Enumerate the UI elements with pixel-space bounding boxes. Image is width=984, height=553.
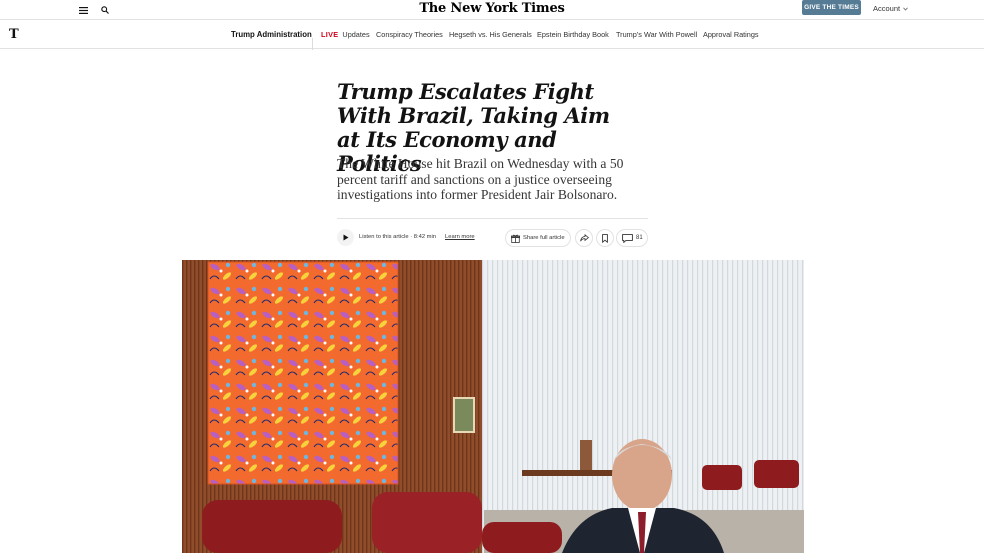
listen-duration-text: Listen to this article · 8:42 min <box>359 234 437 240</box>
comments-button[interactable]: 81 <box>616 229 648 247</box>
nav-item-label: Updates <box>342 30 370 39</box>
save-bookmark-button[interactable] <box>596 229 614 247</box>
comment-count: 81 <box>636 235 643 241</box>
share-button[interactable] <box>575 229 593 247</box>
nav-item-epstein[interactable]: Epstein Birthday Book <box>537 30 609 39</box>
nav-item-approval-ratings[interactable]: Approval Ratings <box>703 30 759 39</box>
nav-section-trump-administration[interactable]: Trump Administration <box>231 30 312 39</box>
nyt-t-logo[interactable]: T <box>9 27 19 42</box>
bookmark-icon <box>602 233 608 243</box>
nav-item-hegseth[interactable]: Hegseth vs. His Generals <box>449 30 532 39</box>
share-full-article-button[interactable]: Share full article <box>505 229 571 247</box>
nav-item-powell[interactable]: Trump’s War With Powell <box>616 30 697 39</box>
learn-more-link[interactable]: Learn more <box>445 234 475 240</box>
account-menu[interactable]: Account <box>873 4 908 13</box>
section-nav-bar: T Trump Administration LIVE Updates Consp… <box>0 20 984 50</box>
live-badge: LIVE <box>321 30 339 39</box>
play-icon <box>343 234 348 241</box>
article-lead-photo <box>182 260 804 553</box>
share-label: Share full article <box>523 235 565 241</box>
comment-icon <box>622 233 633 243</box>
share-arrow-icon <box>579 234 589 242</box>
chevron-down-icon <box>903 7 908 11</box>
nav-item-live-updates[interactable]: LIVE Updates <box>321 30 370 39</box>
nav-divider <box>312 38 313 50</box>
nav-item-conspiracy-theories[interactable]: Conspiracy Theories <box>376 30 443 39</box>
divider <box>337 218 648 219</box>
give-the-times-button[interactable]: GIVE THE TIMES <box>802 0 861 15</box>
gift-icon <box>511 234 520 243</box>
article-summary: The White House hit Brazil on Wednesday … <box>337 156 624 203</box>
account-label: Account <box>873 4 901 13</box>
play-audio-button[interactable] <box>337 229 354 246</box>
top-bar: The New York Times GIVE THE TIMES Accoun… <box>0 0 984 20</box>
